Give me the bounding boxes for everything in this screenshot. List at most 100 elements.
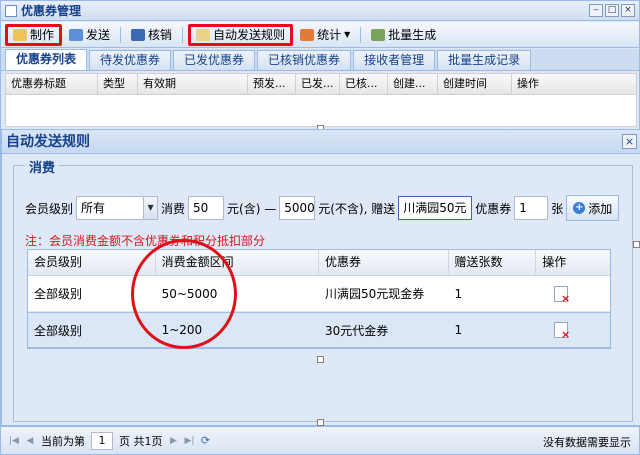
rule-icon [196, 28, 211, 41]
tab-pending[interactable]: 待发优惠券 [89, 50, 172, 70]
consume-label: 消费 [161, 201, 186, 216]
col-creator[interactable]: 创建... [388, 74, 438, 94]
send-label: 发送 [86, 28, 111, 42]
tab-strip: 优惠券列表 待发优惠券 已发优惠券 已核销优惠券 接收者管理 批量生成记录 [1, 49, 639, 71]
fieldset-legend: 消费 [25, 157, 60, 176]
chevron-down-icon: ▼ [344, 30, 351, 39]
dialog-title: 自动发送规则 [2, 130, 640, 154]
add-button[interactable]: + 添加 [566, 195, 620, 221]
batch-icon [371, 28, 386, 41]
coupon-management-window: 优惠券管理 ‒ □ × 制作 发送 核销 自动发送规则 统计 ▼ 批量生成 优惠… [0, 0, 640, 455]
count-unit-label: 张 [551, 201, 564, 216]
next-page-icon[interactable]: ▶ [169, 436, 179, 446]
toolbar-divider [120, 26, 122, 43]
batch-label: 批量生成 [388, 28, 437, 42]
row-operation [536, 285, 610, 305]
dialog-close-icon[interactable]: × [622, 134, 637, 149]
max-amount-input[interactable]: 5000 [279, 196, 316, 220]
rule-table-header: 会员级别 消费金额区间 优惠券 赠送张数 操作 [28, 250, 610, 276]
coupon-select-value: 川满园50元 [403, 201, 467, 215]
window-icon [5, 4, 17, 17]
col-planned[interactable]: 预发... [248, 74, 296, 94]
refresh-icon[interactable]: ⟳ [201, 435, 211, 446]
coupon-label: 优惠券 [475, 201, 512, 216]
tab-verified[interactable]: 已核销优惠券 [257, 50, 352, 70]
max-unit-label: 元(不含), 赠送 [318, 201, 396, 216]
verify-icon [131, 28, 146, 41]
close-icon[interactable]: × [621, 4, 635, 17]
delete-icon[interactable] [554, 322, 570, 341]
highlight-annotation [131, 239, 237, 349]
prev-page-icon[interactable]: ◀ [25, 436, 35, 446]
col-coupon[interactable]: 优惠券 [319, 250, 449, 275]
col-actions[interactable]: 操作 [512, 74, 636, 94]
table-row[interactable]: 全部级别 1~200 30元代金券 1 [28, 312, 610, 348]
col-type[interactable]: 类型 [98, 74, 138, 94]
verify-button[interactable]: 核销 [126, 24, 177, 46]
minimize-icon[interactable]: ‒ [589, 4, 603, 17]
member-level-select[interactable]: 所有 ▼ [76, 196, 159, 220]
member-level-value: 所有 [81, 201, 106, 215]
rule-table: 会员级别 消费金额区间 优惠券 赠送张数 操作 全部级别 50~5000 川满园… [27, 249, 611, 349]
resize-handle[interactable] [317, 419, 324, 426]
make-button[interactable]: 制作 [5, 23, 63, 46]
rule-form-row: 会员级别 所有 ▼ 消费 50 元(含) — 5000 元(不含), 赠送 川满… [25, 195, 620, 221]
coupon-list-header: 优惠券标题 类型 有效期 预发... 已发... 已核... 创建... 创建时… [5, 73, 637, 95]
add-button-label: 添加 [588, 201, 613, 216]
toolbar-divider [360, 26, 362, 43]
row-count: 1 [454, 286, 463, 301]
maximize-icon[interactable]: □ [605, 4, 619, 17]
tab-batch-records[interactable]: 批量生成记录 [437, 50, 532, 70]
resize-handle[interactable] [317, 356, 324, 363]
plus-icon: + [573, 202, 586, 214]
window-controls: ‒ □ × [589, 4, 635, 17]
col-title[interactable]: 优惠券标题 [6, 74, 98, 94]
stats-icon [300, 28, 315, 41]
row-operation [536, 322, 610, 341]
paging-status: 没有数据需要显示 [543, 436, 631, 449]
resize-handle[interactable] [633, 241, 640, 248]
send-icon [69, 28, 84, 41]
send-button[interactable]: 发送 [64, 24, 115, 46]
auto-rule-label: 自动发送规则 [213, 28, 286, 42]
toolbar: 制作 发送 核销 自动发送规则 统计 ▼ 批量生成 [1, 22, 639, 48]
col-gift-count[interactable]: 赠送张数 [449, 250, 537, 275]
min-amount-input[interactable]: 50 [188, 196, 225, 220]
col-operation[interactable]: 操作 [536, 250, 610, 275]
paging-toolbar: |◀ ◀ 当前为第 1 页 共1页 ▶ ▶| ⟳ 没有数据需要显示 [1, 426, 639, 454]
coupon-select[interactable]: 川满园50元 [398, 196, 473, 220]
row-level: 全部级别 [34, 323, 83, 338]
tab-sent[interactable]: 已发优惠券 [173, 50, 256, 70]
batch-button[interactable]: 批量生成 [366, 24, 441, 46]
stats-label: 统计 [317, 28, 342, 42]
window-title: 优惠券管理 [21, 4, 82, 18]
toolbar-divider [182, 26, 184, 43]
stats-button[interactable]: 统计 ▼ [295, 24, 355, 46]
row-coupon: 川满园50元现金券 [324, 287, 425, 301]
consume-note: 注：会员消费金额不含优惠券和积分抵扣部分 [25, 234, 266, 248]
coupon-icon [13, 28, 27, 41]
window-titlebar: 优惠券管理 [1, 1, 639, 21]
col-created-time[interactable]: 创建时间 [438, 74, 512, 94]
auto-rule-button[interactable]: 自动发送规则 [188, 23, 294, 46]
delete-icon[interactable] [554, 285, 570, 305]
col-validity[interactable]: 有效期 [138, 74, 248, 94]
page-input[interactable]: 1 [91, 431, 113, 450]
paging-prefix: 当前为第 [41, 434, 85, 448]
last-page-icon[interactable]: ▶| [185, 436, 195, 446]
tab-coupon-list[interactable]: 优惠券列表 [5, 49, 88, 70]
table-row[interactable]: 全部级别 50~5000 川满园50元现金券 1 [28, 276, 610, 312]
count-input[interactable]: 1 [514, 196, 549, 220]
verify-label: 核销 [148, 28, 173, 42]
row-coupon: 30元代金券 [324, 323, 389, 338]
make-label: 制作 [30, 28, 55, 42]
coupon-list-body [5, 95, 637, 127]
first-page-icon[interactable]: |◀ [9, 436, 19, 446]
col-sent[interactable]: 已发... [296, 74, 340, 94]
min-unit-label: 元(含) — [227, 201, 277, 216]
chevron-down-icon[interactable]: ▼ [143, 197, 158, 219]
col-verified[interactable]: 已核... [340, 74, 388, 94]
tab-receivers[interactable]: 接收者管理 [353, 50, 436, 70]
member-level-label: 会员级别 [25, 201, 74, 216]
paging-suffix: 页 共1页 [119, 434, 163, 448]
